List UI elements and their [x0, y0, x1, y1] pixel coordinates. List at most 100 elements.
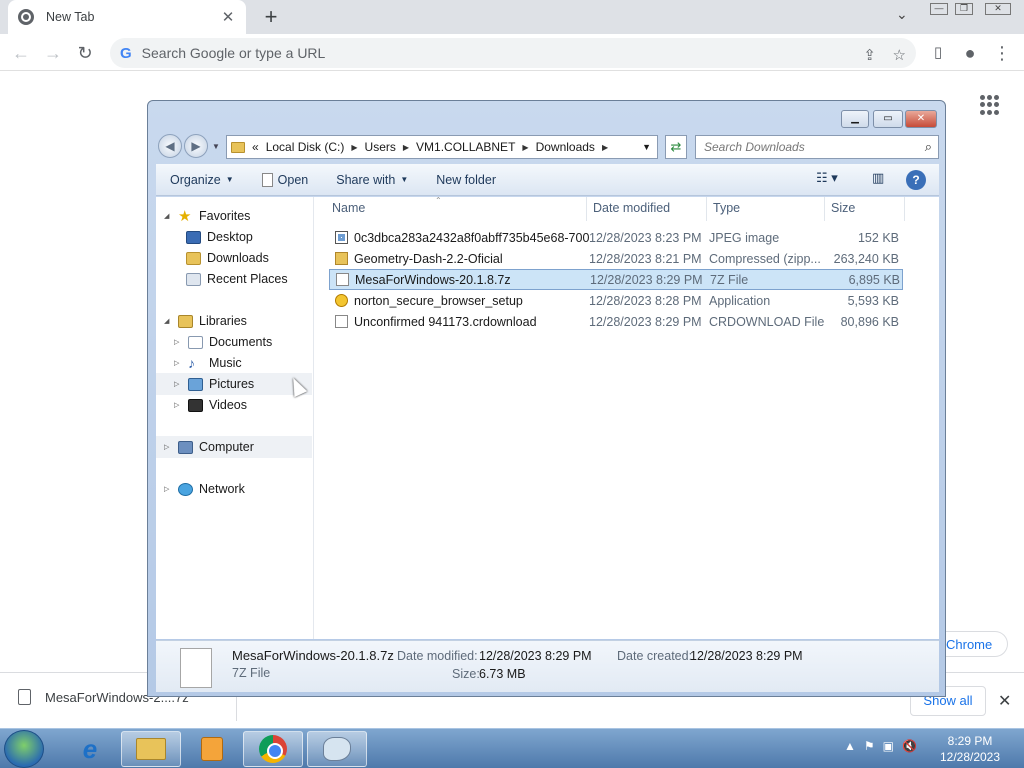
tab-strip: New Tab ✕ + ⌄ — ❐ ✕ — [0, 0, 1024, 34]
star-icon: ★ — [178, 207, 192, 225]
new-tab-button[interactable]: + — [258, 3, 284, 31]
back-orb-icon[interactable]: ◀ — [158, 134, 182, 158]
file-size: 5,593 KB — [847, 293, 899, 308]
close-window-icon[interactable]: ✕ — [985, 3, 1011, 15]
explorer-close-button[interactable]: ✕ — [905, 110, 937, 128]
show-hidden-icons-icon[interactable]: ▲ — [844, 739, 856, 753]
collapsed-arrow-icon[interactable]: ▷ — [164, 485, 172, 493]
omnibox[interactable]: G Search Google or type a URL ⇪ ☆ — [110, 38, 916, 68]
new-folder-button[interactable]: New folder — [422, 173, 510, 187]
address-dropdown-icon[interactable]: ▼ — [642, 142, 651, 152]
recent-pages-icon[interactable]: ▼ — [212, 142, 220, 151]
reload-icon[interactable]: ↻ — [72, 40, 98, 66]
customize-chrome-button[interactable]: Chrome — [946, 631, 1008, 657]
taskbar-internet-explorer[interactable]: e — [60, 731, 120, 767]
expanded-arrow-icon[interactable]: ◢ — [164, 212, 172, 220]
file-row[interactable]: Geometry-Dash-2.2-Oficial 12/28/2023 8:2… — [329, 248, 903, 269]
view-options-icon[interactable]: ☷ ▾ — [816, 170, 838, 186]
volume-muted-icon[interactable]: 🔇 — [902, 739, 917, 753]
preview-pane-icon[interactable]: ▥ — [872, 170, 884, 186]
collapsed-arrow-icon[interactable]: ▷ — [174, 380, 182, 388]
refresh-icon[interactable]: ⇄ — [665, 135, 687, 159]
column-date[interactable]: Date modified — [587, 197, 707, 221]
file-row[interactable]: norton_secure_browser_setup 12/28/2023 8… — [329, 290, 903, 311]
explorer-maximize-button[interactable]: ▭ — [873, 110, 903, 128]
close-download-shelf-icon[interactable]: ✕ — [998, 691, 1011, 711]
menu-icon[interactable]: ⋮ — [989, 40, 1015, 66]
collapsed-arrow-icon[interactable]: ▷ — [174, 359, 182, 367]
column-size[interactable]: Size — [825, 197, 905, 221]
column-type[interactable]: Type — [707, 197, 825, 221]
tab-new-tab[interactable]: New Tab ✕ — [8, 0, 246, 34]
address-bar[interactable]: « Local Disk (C:) ▶ Users ▶ VM1.COLLABNE… — [226, 135, 658, 159]
taskbar-chrome[interactable] — [243, 731, 303, 767]
start-button[interactable] — [4, 730, 44, 768]
desktop-icon — [186, 230, 201, 244]
forward-orb-icon[interactable]: ▶ — [184, 134, 208, 158]
clock-date: 12/28/2023 — [939, 750, 1001, 764]
details-pane: MesaForWindows-20.1.8.7z 7Z File Date mo… — [156, 640, 939, 692]
breadcrumb-vm1[interactable]: VM1.COLLABNET — [416, 140, 515, 154]
search-icon[interactable]: ⌕ — [925, 139, 932, 155]
tab-close-icon[interactable]: ✕ — [220, 8, 236, 26]
breadcrumb-separator-icon[interactable]: ▶ — [403, 143, 409, 152]
chevron-down-icon: ▼ — [225, 175, 234, 184]
breadcrumb-downloads[interactable]: Downloads — [536, 140, 595, 154]
column-name[interactable]: Name ⌃ — [315, 196, 587, 221]
file-date: 12/28/2023 8:29 PM — [589, 314, 702, 329]
collapsed-arrow-icon[interactable]: ▷ — [174, 401, 182, 409]
share-icon[interactable]: ⇪ — [863, 46, 876, 64]
breadcrumb-overflow[interactable]: « — [252, 140, 259, 154]
clock-time: 8:29 PM — [947, 734, 993, 748]
collapsed-arrow-icon[interactable]: ▷ — [164, 443, 172, 451]
tab-search-icon[interactable]: ⌄ — [896, 6, 908, 23]
system-tray: ▲ ⚑ ▣ 🔇 — [844, 739, 917, 753]
share-with-button[interactable]: Share with ▼ — [322, 173, 422, 187]
breadcrumb-local-disk[interactable]: Local Disk (C:) — [266, 140, 345, 154]
file-row[interactable]: Unconfirmed 941173.crdownload 12/28/2023… — [329, 311, 903, 332]
breadcrumb-users[interactable]: Users — [365, 140, 396, 154]
nav-computer[interactable]: ▷ Computer — [156, 436, 312, 458]
nav-favorites[interactable]: ◢ ★ Favorites — [164, 206, 250, 226]
help-icon[interactable]: ? — [906, 170, 926, 190]
file-name: Geometry-Dash-2.2-Oficial — [354, 251, 503, 266]
action-center-flag-icon[interactable]: ⚑ — [864, 739, 875, 753]
breadcrumb-separator-icon[interactable]: ▶ — [602, 143, 608, 152]
file-row-selected[interactable]: MesaForWindows-20.1.8.7z 12/28/2023 8:29… — [329, 269, 903, 290]
nav-network[interactable]: ▷ Network — [164, 479, 245, 499]
details-date-created-label: Date created: — [617, 649, 693, 663]
clock[interactable]: 8:29 PM 12/28/2023 — [930, 733, 1010, 765]
minimize-icon[interactable]: — — [930, 3, 948, 15]
nav-downloads[interactable]: Downloads — [186, 248, 269, 268]
breadcrumb-separator-icon[interactable]: ▶ — [522, 143, 528, 152]
file-row[interactable]: 0c3dbca283a2432a8f0abff735b45e68-700 12/… — [329, 227, 903, 248]
search-box[interactable]: Search Downloads ⌕ — [695, 135, 939, 159]
nav-libraries[interactable]: ◢ Libraries — [164, 311, 247, 331]
nav-music[interactable]: ▷ ♪ Music — [174, 353, 242, 373]
nav-documents[interactable]: ▷ Documents — [174, 332, 272, 352]
open-button[interactable]: Open — [248, 172, 323, 187]
network-status-icon[interactable]: ▣ — [883, 739, 894, 753]
expanded-arrow-icon[interactable]: ◢ — [164, 317, 172, 325]
restore-icon[interactable]: ❐ — [955, 3, 973, 15]
organize-button[interactable]: Organize ▼ — [156, 173, 248, 187]
forward-icon[interactable]: → — [40, 40, 66, 66]
side-panel-icon[interactable]: ▯ — [925, 40, 951, 66]
collapsed-arrow-icon[interactable]: ▷ — [174, 338, 182, 346]
nav-recent-places[interactable]: Recent Places — [186, 269, 288, 289]
google-apps-icon[interactable] — [980, 95, 1000, 115]
profile-icon[interactable]: ● — [957, 40, 983, 66]
explorer-minimize-button[interactable]: ▁ — [841, 110, 869, 128]
taskbar-windows-explorer[interactable] — [121, 731, 181, 767]
file-name: norton_secure_browser_setup — [354, 293, 523, 308]
taskbar-paint[interactable] — [307, 731, 367, 767]
libraries-icon — [178, 314, 193, 328]
taskbar-media-player[interactable] — [182, 731, 242, 767]
bookmark-star-icon[interactable]: ☆ — [893, 46, 906, 64]
file-type: JPEG image — [709, 230, 780, 245]
share-with-label: Share with — [336, 172, 396, 187]
breadcrumb-separator-icon[interactable]: ▶ — [351, 143, 357, 152]
nav-videos[interactable]: ▷ Videos — [174, 395, 247, 415]
nav-desktop[interactable]: Desktop — [186, 227, 253, 247]
back-icon[interactable]: ← — [8, 40, 34, 66]
